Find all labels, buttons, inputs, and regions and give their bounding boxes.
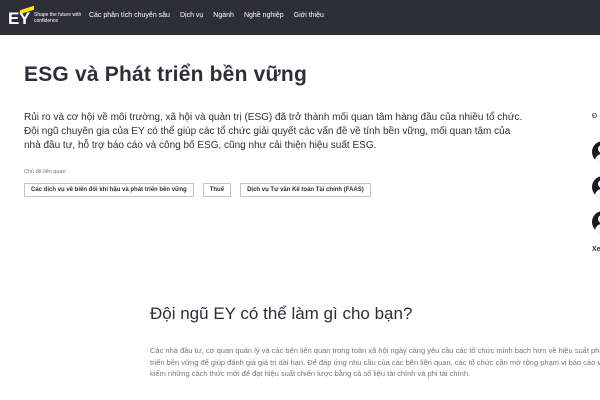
nav-item-about[interactable]: Giới thiệu xyxy=(294,12,324,19)
section-title: Đội ngũ EY có thể làm gì cho bạn? xyxy=(150,304,413,323)
intro-paragraph: Rủi ro và cơ hội về môi trường, xã hội v… xyxy=(24,112,523,151)
logo-mark: EY xyxy=(8,9,30,28)
main-nav: Các phân tích chuyên sâu Dịch vụ Ngành N… xyxy=(89,12,334,19)
contact-avatar[interactable] xyxy=(592,211,600,233)
contacts-heading: Đ xyxy=(592,113,598,120)
nav-item-insights[interactable]: Các phân tích chuyên sâu xyxy=(89,12,170,19)
topic-chip-tax[interactable]: Thuế xyxy=(202,183,232,197)
related-topics-label: Chủ đề liên quan xyxy=(24,169,66,175)
nav-item-services[interactable]: Dịch vụ xyxy=(180,12,203,19)
person-icon-body xyxy=(595,189,600,198)
logo-tagline: Shape the future with confidence xyxy=(34,12,82,24)
nav-item-careers[interactable]: Nghề nghiệp xyxy=(244,12,284,19)
person-icon-body xyxy=(595,154,600,163)
section-body: Các nhà đầu tư, cơ quan quản lý và các b… xyxy=(150,346,600,378)
page-title: ESG và Phát triển bền vững xyxy=(24,63,307,86)
contact-avatar[interactable] xyxy=(592,141,600,163)
top-navigation-bar: EY Shape the future with confidence Các … xyxy=(0,0,600,35)
related-topics-list: Các dịch vụ về biến đổi khí hậu và phát … xyxy=(24,183,380,197)
ey-logo[interactable]: EY Shape the future with confidence xyxy=(8,5,84,30)
topic-chip-faas[interactable]: Dịch vụ Tư vấn Kế toán Tài chính (FAAS) xyxy=(240,183,371,197)
person-icon-body xyxy=(595,224,600,233)
contact-avatar[interactable] xyxy=(592,176,600,198)
view-more-contacts-link[interactable]: Xe xyxy=(592,246,600,253)
nav-item-industries[interactable]: Ngành xyxy=(213,12,234,19)
topic-chip-climate-sustainability[interactable]: Các dịch vụ về biến đổi khí hậu và phát … xyxy=(24,183,194,197)
